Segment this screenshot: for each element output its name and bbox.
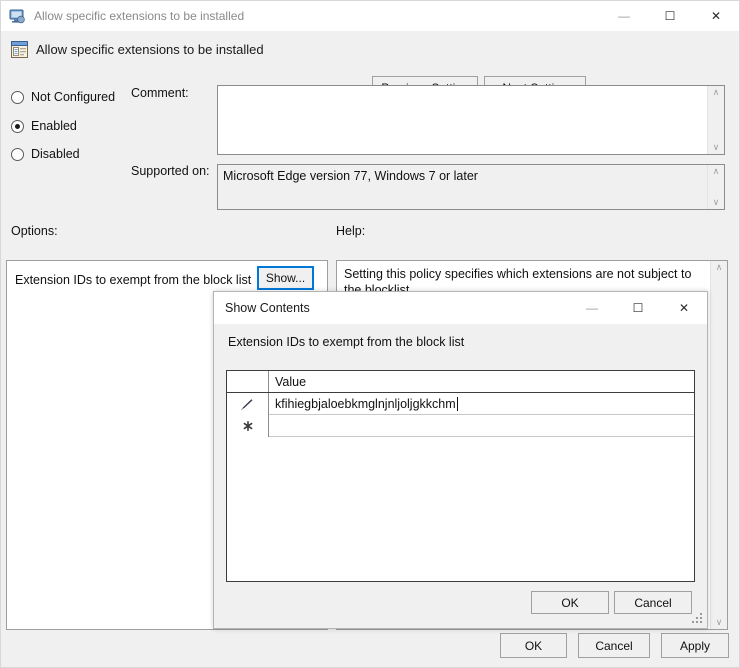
policy-header-title: Allow specific extensions to be installe…	[36, 42, 264, 57]
radio-not-configured[interactable]: Not Configured	[11, 90, 115, 104]
radio-enabled-label: Enabled	[31, 119, 77, 133]
radio-enabled-mark	[11, 119, 24, 133]
supported-on-value: Microsoft Edge version 77, Windows 7 or …	[218, 165, 707, 209]
maximize-icon[interactable]: ☐	[647, 1, 693, 31]
radio-disabled-mark	[11, 147, 24, 161]
close-icon[interactable]: ✕	[661, 293, 707, 323]
table-row[interactable]	[227, 415, 694, 437]
show-contents-titlebar: Show Contents — ☐ ✕	[214, 292, 707, 324]
option-extension-ids-label: Extension IDs to exempt from the block l…	[15, 273, 252, 287]
scroll-up-icon[interactable]: ∧	[716, 263, 723, 272]
grid-header-selector-cell	[227, 371, 269, 392]
radio-disabled[interactable]: Disabled	[11, 147, 80, 161]
show-contents-window-controls: — ☐ ✕	[569, 293, 707, 323]
radio-enabled[interactable]: Enabled	[11, 119, 77, 133]
grid-header-value-cell: Value	[275, 374, 307, 389]
comment-value	[218, 86, 707, 154]
policy-monitor-icon	[9, 8, 26, 25]
grid-cell-value-empty[interactable]	[269, 415, 694, 437]
radio-not-configured-mark	[11, 90, 24, 104]
window-controls: — ☐ ✕	[601, 1, 739, 31]
grid-header-row: Value	[227, 371, 694, 393]
scroll-down-icon[interactable]: ∨	[713, 143, 720, 152]
show-contents-dialog: Show Contents — ☐ ✕ Extension IDs to exe…	[213, 291, 708, 629]
comment-scrollbar[interactable]: ∧ ∨	[707, 86, 724, 154]
supported-on-label: Supported on:	[131, 164, 210, 178]
radio-not-configured-label: Not Configured	[31, 90, 116, 104]
scroll-down-icon[interactable]: ∨	[713, 198, 720, 207]
options-section-label: Options:	[11, 224, 58, 238]
scroll-down-icon[interactable]: ∨	[716, 618, 723, 627]
supported-on-scrollbar[interactable]: ∧ ∨	[707, 165, 724, 209]
show-contents-ok-button[interactable]: OK	[531, 591, 609, 614]
comment-label: Comment:	[131, 86, 189, 100]
comment-textarea[interactable]: ∧ ∨	[217, 85, 725, 155]
close-icon[interactable]: ✕	[693, 1, 739, 31]
show-contents-title: Show Contents	[225, 301, 310, 315]
radio-disabled-label: Disabled	[31, 147, 80, 161]
resize-grip[interactable]	[692, 613, 704, 625]
show-contents-subtitle: Extension IDs to exempt from the block l…	[228, 335, 465, 349]
minimize-icon[interactable]: —	[601, 1, 647, 31]
scroll-up-icon[interactable]: ∧	[713, 88, 720, 97]
new-row-asterisk-icon	[227, 415, 269, 437]
policy-setting-icon	[10, 40, 29, 59]
policy-header: Allow specific extensions to be installe…	[1, 31, 739, 100]
show-button[interactable]: Show...	[257, 266, 314, 290]
apply-button[interactable]: Apply	[661, 633, 729, 658]
text-caret	[456, 396, 458, 411]
minimize-icon[interactable]: —	[569, 293, 615, 323]
maximize-icon[interactable]: ☐	[615, 293, 661, 323]
ok-button[interactable]: OK	[500, 633, 567, 658]
values-grid[interactable]: Value kfihiegbjaloebkmglnjnljoljgkkchm	[226, 370, 695, 582]
window-title: Allow specific extensions to be installe…	[34, 9, 245, 23]
cancel-button[interactable]: Cancel	[578, 633, 650, 658]
grid-cell-value[interactable]: kfihiegbjaloebkmglnjnljoljgkkchm	[269, 393, 694, 415]
grid-cell-value-text: kfihiegbjaloebkmglnjnljoljgkkchm	[275, 396, 456, 411]
scroll-up-icon[interactable]: ∧	[713, 167, 720, 176]
table-row[interactable]: kfihiegbjaloebkmglnjnljoljgkkchm	[227, 393, 694, 415]
help-scrollbar[interactable]: ∧ ∨	[710, 261, 727, 629]
show-contents-cancel-button[interactable]: Cancel	[614, 591, 692, 614]
row-edit-pencil-icon	[227, 393, 269, 415]
help-section-label: Help:	[336, 224, 366, 238]
supported-on-field: Microsoft Edge version 77, Windows 7 or …	[217, 164, 725, 210]
window-titlebar: Allow specific extensions to be installe…	[1, 1, 739, 31]
